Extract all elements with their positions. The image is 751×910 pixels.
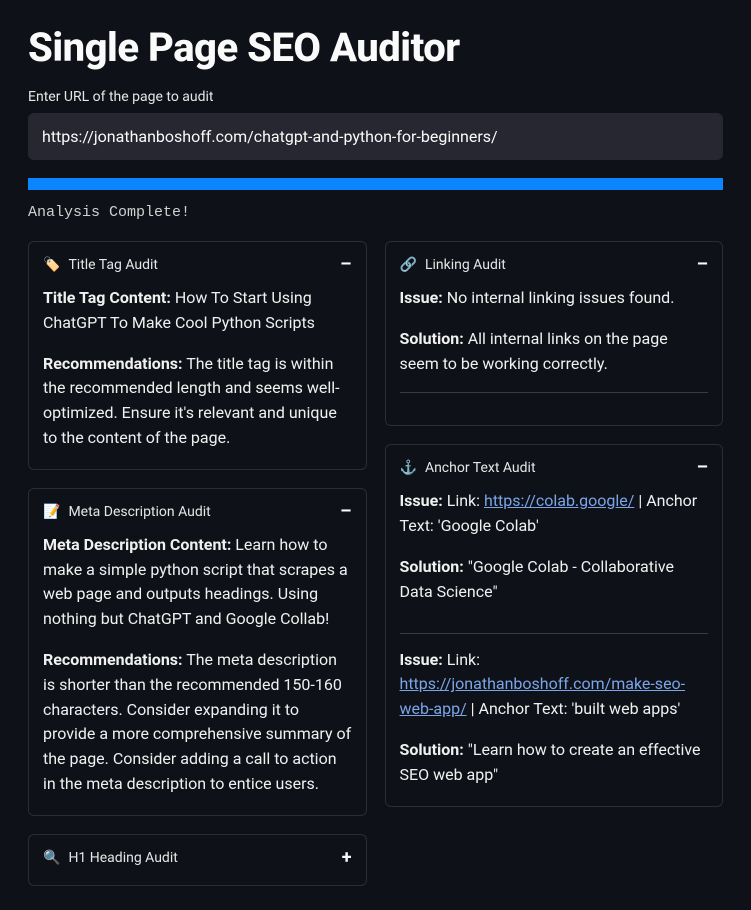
linking-issue: Issue: No internal linking issues found.: [400, 286, 709, 311]
progress-bar: [28, 178, 723, 190]
linking-header[interactable]: 🔗 Linking Audit –: [400, 256, 709, 274]
tag-icon: 🏷️: [43, 257, 60, 273]
title-tag-card: 🏷️ Title Tag Audit – Title Tag Content: …: [28, 241, 367, 470]
title-tag-header[interactable]: 🏷️ Title Tag Audit –: [43, 256, 352, 274]
anchor-icon: ⚓: [400, 460, 417, 476]
memo-icon: 📝: [43, 504, 60, 520]
title-tag-title: Title Tag Audit: [68, 257, 158, 273]
url-input-label: Enter URL of the page to audit: [28, 89, 723, 105]
h1-header[interactable]: 🔍 H1 Heading Audit +: [43, 849, 352, 867]
meta-desc-recommendations: Recommendations: The meta description is…: [43, 648, 352, 797]
title-tag-content: Title Tag Content: How To Start Using Ch…: [43, 286, 352, 336]
linking-card: 🔗 Linking Audit – Issue: No internal lin…: [385, 241, 724, 426]
collapse-icon[interactable]: –: [340, 503, 351, 521]
title-tag-recommendations: Recommendations: The title tag is within…: [43, 352, 352, 451]
collapse-icon[interactable]: –: [697, 459, 708, 477]
magnifier-icon: 🔍: [43, 850, 60, 866]
anchor-header[interactable]: ⚓ Anchor Text Audit –: [400, 459, 709, 477]
linking-solution: Solution: All internal links on the page…: [400, 327, 709, 377]
meta-desc-header[interactable]: 📝 Meta Description Audit –: [43, 503, 352, 521]
h1-title: H1 Heading Audit: [68, 850, 177, 866]
meta-desc-card: 📝 Meta Description Audit – Meta Descript…: [28, 488, 367, 816]
anchor-card: ⚓ Anchor Text Audit – Issue: Link: https…: [385, 444, 724, 806]
anchor-solution-0: Solution: "Google Colab - Collaborative …: [400, 555, 709, 605]
anchor-issue-0: Issue: Link: https://colab.google/ | Anc…: [400, 489, 709, 539]
collapse-icon[interactable]: –: [340, 256, 351, 274]
anchor-title: Anchor Text Audit: [425, 460, 536, 476]
status-text: Analysis Complete!: [28, 204, 723, 221]
link-icon: 🔗: [400, 257, 417, 273]
h1-card: 🔍 H1 Heading Audit +: [28, 834, 367, 886]
meta-desc-title: Meta Description Audit: [68, 504, 210, 520]
linking-title: Linking Audit: [425, 257, 506, 273]
anchor-issue-1: Issue: Link: https://jonathanboshoff.com…: [400, 648, 709, 722]
meta-desc-content: Meta Description Content: Learn how to m…: [43, 533, 352, 632]
page-title: Single Page SEO Auditor: [28, 24, 723, 71]
anchor-solution-1: Solution: "Learn how to create an effect…: [400, 738, 709, 788]
expand-icon[interactable]: +: [342, 849, 352, 867]
url-input[interactable]: [28, 113, 723, 160]
anchor-link-0[interactable]: https://colab.google/: [484, 491, 634, 510]
collapse-icon[interactable]: –: [697, 256, 708, 274]
